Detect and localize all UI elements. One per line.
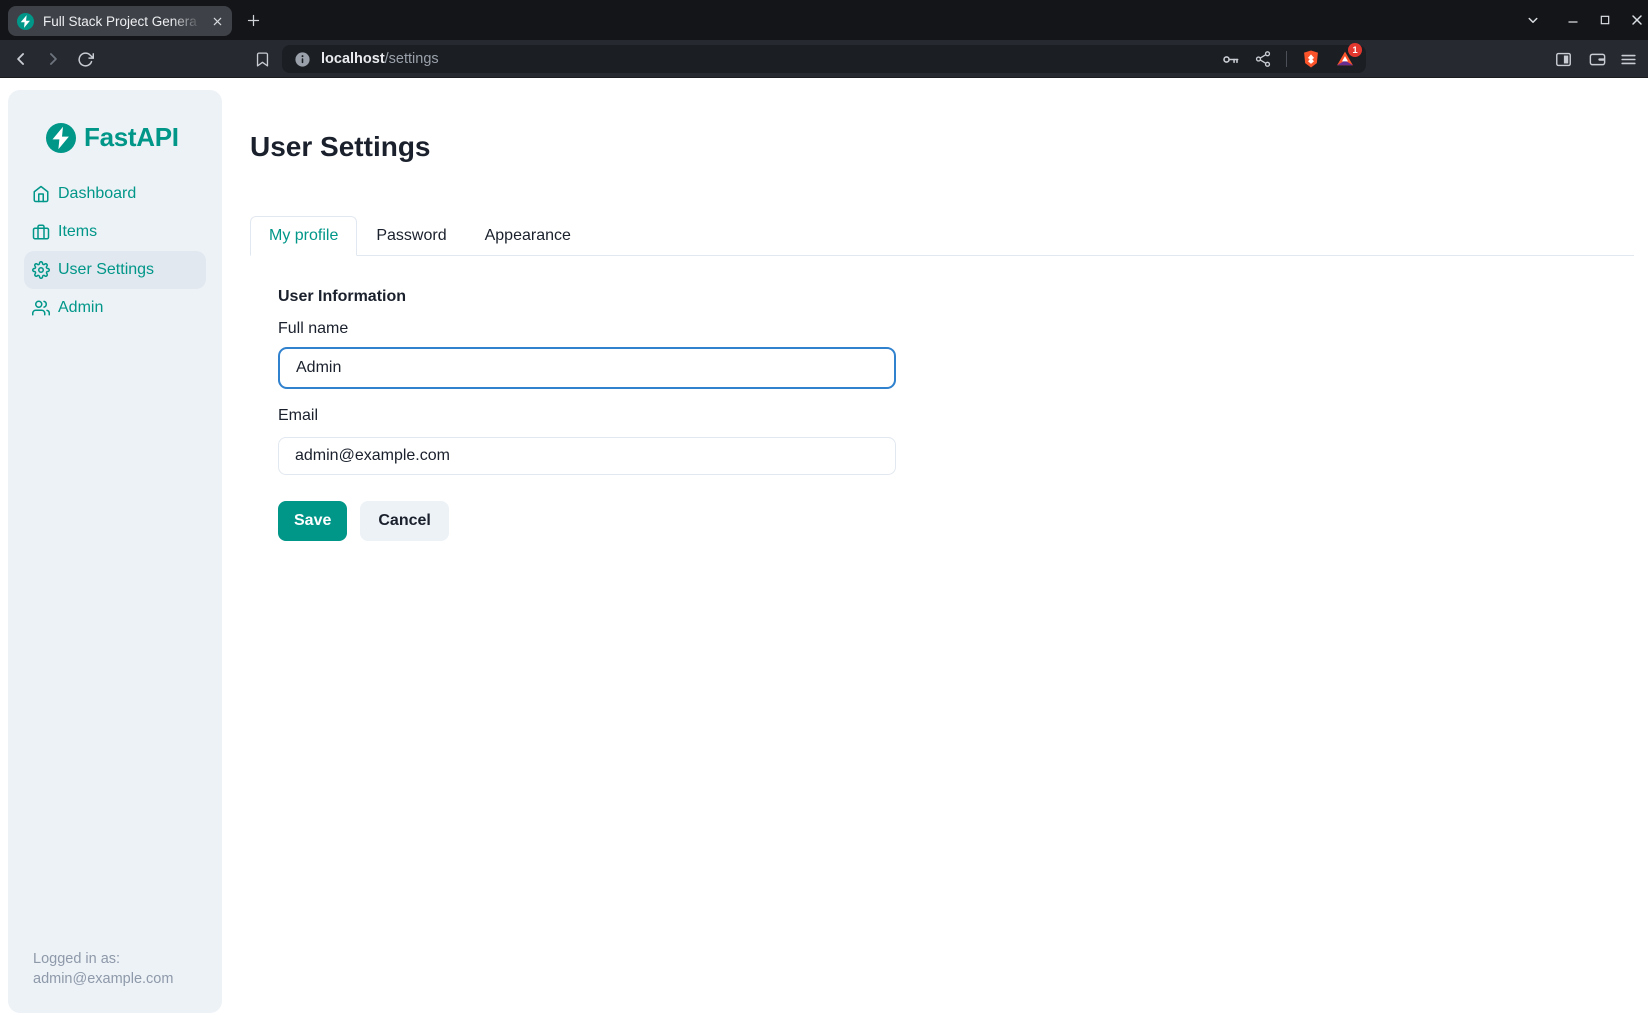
logged-in-email: admin@example.com xyxy=(33,969,173,989)
back-button[interactable] xyxy=(5,43,37,75)
logged-in-info: Logged in as: admin@example.com xyxy=(33,949,173,989)
logged-in-label: Logged in as: xyxy=(33,949,173,969)
window-close-button[interactable] xyxy=(1622,5,1648,35)
url-host: localhost xyxy=(321,51,385,67)
fastapi-favicon-icon xyxy=(17,13,34,30)
profile-tab-panel: User Information Full name Email Save Ca… xyxy=(250,256,1648,541)
tab-appearance[interactable]: Appearance xyxy=(466,216,590,255)
brand-name: FastAPI xyxy=(84,122,179,153)
sidebar-item-dashboard[interactable]: Dashboard xyxy=(24,175,206,213)
sidebar-item-user-settings[interactable]: User Settings xyxy=(24,251,206,289)
email-label: Email xyxy=(278,407,1632,425)
tab-search-chevron-icon[interactable] xyxy=(1518,5,1548,35)
tab-title: Full Stack Project Genera xyxy=(43,14,208,29)
sidebar-item-label: Dashboard xyxy=(58,185,136,203)
wallet-icon[interactable] xyxy=(1581,43,1613,75)
save-button[interactable]: Save xyxy=(278,501,347,541)
settings-tabs: My profile Password Appearance xyxy=(250,216,1634,256)
section-title: User Information xyxy=(278,288,1632,306)
gear-icon xyxy=(32,261,50,279)
briefcase-icon xyxy=(32,223,50,241)
page-title: User Settings xyxy=(250,130,1648,164)
email-field[interactable] xyxy=(278,437,896,475)
sidebar-item-label: Items xyxy=(58,223,97,241)
url-path: /settings xyxy=(385,51,439,67)
toolbar-divider xyxy=(1286,51,1287,67)
sidebar-item-items[interactable]: Items xyxy=(24,213,206,251)
window-minimize-button[interactable] xyxy=(1558,5,1588,35)
tab-password[interactable]: Password xyxy=(357,216,465,255)
sidebar-item-label: Admin xyxy=(58,299,103,317)
main-content: User Settings My profile Password Appear… xyxy=(250,78,1648,1025)
full-name-label: Full name xyxy=(278,320,1632,338)
bookmark-icon[interactable] xyxy=(246,43,278,75)
full-name-field[interactable] xyxy=(278,347,896,389)
fastapi-logo: FastAPI xyxy=(46,122,222,153)
brave-shield-icon[interactable] xyxy=(1301,49,1321,69)
brave-rewards-icon[interactable]: 1 xyxy=(1335,49,1355,69)
home-icon xyxy=(32,185,50,203)
sidebar-panel-icon[interactable] xyxy=(1547,43,1579,75)
browser-tab-strip: Full Stack Project Genera xyxy=(0,0,1648,40)
fastapi-bolt-icon xyxy=(46,123,76,153)
users-icon xyxy=(32,299,50,317)
sidebar-nav: Dashboard Items User Settings Admin xyxy=(8,175,222,327)
site-info-icon[interactable] xyxy=(294,51,311,68)
rewards-badge: 1 xyxy=(1348,43,1362,57)
form-actions: Save Cancel xyxy=(278,501,1632,541)
tab-my-profile[interactable]: My profile xyxy=(250,216,357,256)
sidebar-item-admin[interactable]: Admin xyxy=(24,289,206,327)
saved-passwords-key-icon[interactable] xyxy=(1221,50,1240,69)
address-bar[interactable]: localhost/settings 1 xyxy=(282,45,1366,73)
tab-close-icon[interactable] xyxy=(208,12,226,30)
app-sidebar: FastAPI Dashboard Items User Settings Ad… xyxy=(8,90,222,1013)
share-icon[interactable] xyxy=(1254,50,1272,68)
browser-tab[interactable]: Full Stack Project Genera xyxy=(8,6,232,36)
sidebar-item-label: User Settings xyxy=(58,261,154,279)
url-text: localhost/settings xyxy=(321,51,439,67)
cancel-button[interactable]: Cancel xyxy=(360,501,448,541)
new-tab-button[interactable] xyxy=(238,5,268,35)
browser-toolbar: localhost/settings 1 xyxy=(0,40,1648,78)
hamburger-menu-icon[interactable] xyxy=(1612,43,1644,75)
reload-button[interactable] xyxy=(69,43,101,75)
forward-button[interactable] xyxy=(37,43,69,75)
window-maximize-button[interactable] xyxy=(1590,5,1620,35)
